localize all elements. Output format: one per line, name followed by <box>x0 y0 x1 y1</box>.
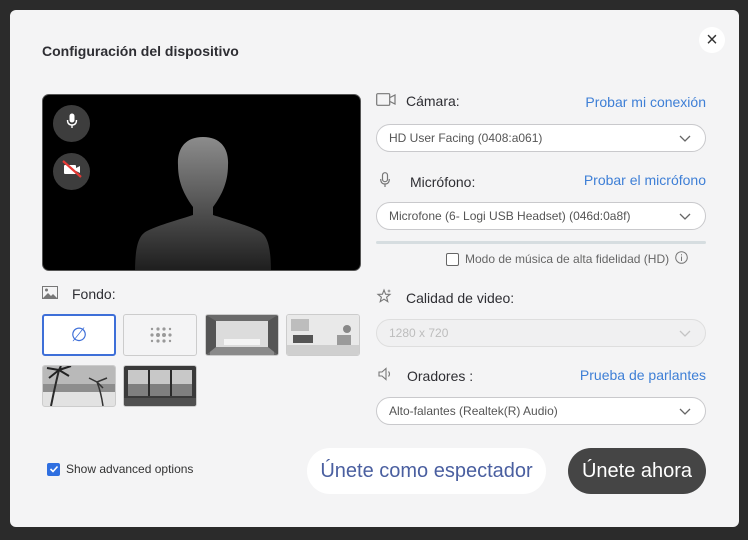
mic-toggle-button[interactable] <box>53 105 90 142</box>
video-preview <box>42 94 361 271</box>
microphone-icon <box>380 172 390 191</box>
video-quality-select-value: 1280 x 720 <box>389 326 449 340</box>
camera-label: Cámara: <box>406 93 460 109</box>
advanced-options-checkbox[interactable] <box>47 462 60 476</box>
background-none-tile[interactable]: ∅ <box>42 314 116 356</box>
advanced-options-label: Show advanced options <box>66 462 194 476</box>
device-settings-dialog: Configuración del dispositivo × Fondo: ∅… <box>10 10 739 527</box>
chevron-down-icon <box>679 330 691 337</box>
microphone-label: Micrófono: <box>410 173 476 190</box>
person-silhouette <box>135 137 271 270</box>
camera-select[interactable]: HD User Facing (0408:a061) <box>376 124 706 152</box>
advanced-options-option: Show advanced options <box>47 462 193 476</box>
background-window-tile[interactable] <box>123 365 197 407</box>
chevron-down-icon <box>679 213 691 220</box>
background-room-1-tile[interactable] <box>205 314 279 356</box>
background-beach-tile[interactable] <box>42 365 116 407</box>
checkmark-icon <box>49 465 58 473</box>
video-camera-icon <box>376 93 396 109</box>
test-speakers-link[interactable]: Prueba de parlantes <box>556 367 706 383</box>
join-as-spectator-button[interactable]: Únete como espectador <box>307 448 546 494</box>
microphone-select[interactable]: Microfone (6- Logi USB Headset) (046d:0a… <box>376 202 706 230</box>
test-connection-link[interactable]: Probar mi conexión <box>566 94 706 110</box>
background-section: Fondo: <box>42 286 116 302</box>
hd-music-mode-label: Modo de música de alta fidelidad (HD) <box>465 252 670 266</box>
speakers-select-value: Alto-falantes (Realtek(R) Audio) <box>389 404 558 418</box>
microphone-icon <box>66 113 78 134</box>
chevron-down-icon <box>679 408 691 415</box>
background-label: Fondo: <box>72 286 116 302</box>
speaker-icon <box>378 367 394 384</box>
join-now-button[interactable]: Únete ahora <box>568 448 706 494</box>
background-blur-tile[interactable] <box>123 314 197 356</box>
chevron-down-icon <box>679 135 691 142</box>
microphone-select-value: Microfone (6- Logi USB Headset) (046d:0a… <box>389 209 631 223</box>
microphone-level-meter <box>376 241 706 244</box>
test-microphone-link[interactable]: Probar el micrófono <box>556 172 706 188</box>
video-quality-label: Calidad de video: <box>406 289 515 306</box>
close-button[interactable]: × <box>699 27 725 53</box>
blur-icon <box>150 327 172 343</box>
speakers-select[interactable]: Alto-falantes (Realtek(R) Audio) <box>376 397 706 425</box>
video-quality-select[interactable]: 1280 x 720 <box>376 319 706 347</box>
background-room-2-tile[interactable] <box>286 314 360 356</box>
sparkle-star-icon <box>376 288 392 307</box>
camera-select-value: HD User Facing (0408:a061) <box>389 131 543 145</box>
microphone-field-label: Micrófono: <box>380 172 475 191</box>
speakers-field-label: Oradores : <box>378 367 473 384</box>
camera-field-label: Cámara: <box>376 93 460 109</box>
speakers-label: Oradores : <box>407 367 474 384</box>
dialog-title: Configuración del dispositivo <box>42 43 239 59</box>
hd-music-mode-option: Modo de música de alta fidelidad (HD) <box>446 251 688 267</box>
camera-toggle-button[interactable] <box>53 153 90 190</box>
video-quality-field-label: Calidad de video: <box>376 288 514 307</box>
info-icon[interactable] <box>675 251 688 267</box>
image-icon <box>42 286 58 302</box>
camera-off-icon <box>61 158 83 185</box>
hd-music-mode-checkbox[interactable] <box>446 252 459 266</box>
none-symbol: ∅ <box>70 324 88 346</box>
